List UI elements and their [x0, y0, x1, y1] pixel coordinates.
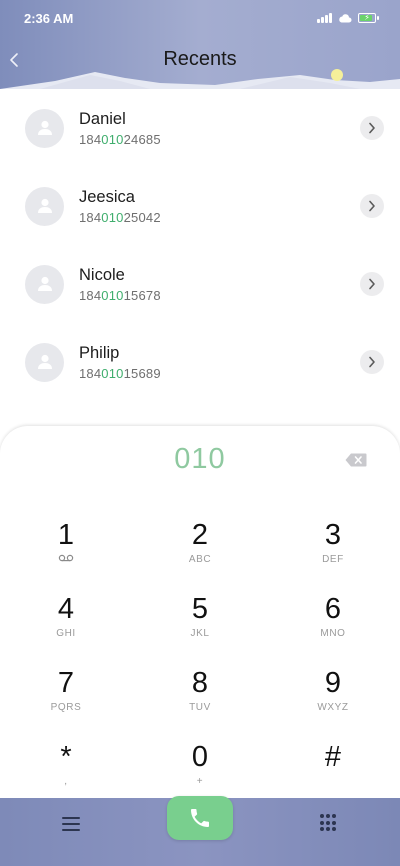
- key-hash[interactable]: #: [288, 740, 378, 806]
- contact-row[interactable]: Nicole 18401015678: [0, 245, 400, 323]
- phone-icon: [191, 809, 209, 827]
- call-button[interactable]: [167, 796, 233, 840]
- person-icon: [37, 276, 52, 291]
- key-digit: 6: [324, 593, 342, 625]
- key-letters: JKL: [190, 628, 210, 639]
- key-letters: PQRS: [50, 702, 82, 713]
- contact-row[interactable]: Philip 18401015689: [0, 323, 400, 401]
- avatar: [25, 108, 64, 148]
- signal-icon: [317, 13, 332, 23]
- dialer-panel: 010 1 2 ABC 3 DEF 4 GHI 5 JKL 6 MNO 7 PQ…: [0, 426, 400, 801]
- key-digit: 1: [57, 519, 75, 551]
- avatar: [25, 264, 64, 304]
- key-letters: WXYZ: [317, 702, 349, 713]
- sun-decoration: [331, 69, 343, 81]
- contact-details-button[interactable]: [360, 116, 384, 140]
- key-8[interactable]: 8 TUV: [155, 666, 245, 732]
- page-title: Recents: [163, 48, 237, 70]
- status-bar: 2:36 AM ⚡: [0, 0, 400, 36]
- key-4[interactable]: 4 GHI: [21, 592, 111, 658]
- key-2[interactable]: 2 ABC: [155, 518, 245, 584]
- contact-row[interactable]: Jeesica 18401025042: [0, 167, 400, 245]
- key-9[interactable]: 9 WXYZ: [288, 666, 378, 732]
- contact-row[interactable]: Daniel 18401024685: [0, 89, 400, 167]
- key-digit: 2: [191, 519, 209, 551]
- person-icon: [37, 354, 52, 369]
- key-digit: *: [60, 741, 72, 773]
- contact-details-button[interactable]: [360, 350, 384, 374]
- contact-name: Daniel: [79, 110, 126, 128]
- contact-number: 18401024685: [79, 132, 161, 147]
- battery-charging-icon: ⚡: [358, 13, 379, 23]
- chevron-right-icon: [369, 278, 375, 290]
- key-digit: 3: [324, 519, 342, 551]
- contact-name: Nicole: [79, 266, 125, 284]
- contact-details-button[interactable]: [360, 272, 384, 296]
- person-icon: [37, 120, 52, 135]
- menu-icon[interactable]: [60, 815, 82, 833]
- contact-name: Philip: [79, 344, 120, 362]
- status-time: 2:36 AM: [24, 10, 74, 26]
- status-icons: ⚡: [317, 13, 379, 23]
- contact-info: Nicole 18401015678: [79, 265, 161, 303]
- key-star[interactable]: * ,: [21, 740, 111, 806]
- key-letters: GHI: [56, 628, 76, 639]
- backspace-icon[interactable]: [345, 453, 367, 467]
- key-letters: ABC: [188, 554, 212, 565]
- key-digit: #: [324, 741, 342, 773]
- key-digit: 4: [57, 593, 75, 625]
- voicemail-icon: [58, 554, 74, 562]
- contact-number: 18401025042: [79, 210, 161, 225]
- key-5[interactable]: 5 JKL: [155, 592, 245, 658]
- contact-info: Daniel 18401024685: [79, 109, 161, 147]
- key-1[interactable]: 1: [21, 518, 111, 584]
- contact-name: Jeesica: [79, 188, 135, 206]
- cloud-icon: [339, 14, 352, 23]
- chevron-right-icon: [369, 122, 375, 134]
- key-6[interactable]: 6 MNO: [288, 592, 378, 658]
- key-letters: ,: [64, 776, 68, 787]
- contact-number: 18401015689: [79, 366, 161, 381]
- avatar: [25, 186, 64, 226]
- keypad-icon[interactable]: [320, 814, 336, 832]
- key-digit: 0: [191, 741, 209, 773]
- contact-info: Jeesica 18401025042: [79, 187, 161, 225]
- contact-details-button[interactable]: [360, 194, 384, 218]
- key-digit: 5: [191, 593, 209, 625]
- key-digit: 7: [57, 667, 75, 699]
- key-letters: TUV: [189, 702, 211, 713]
- person-icon: [37, 198, 52, 213]
- app-header: 2:36 AM ⚡ Recents: [0, 0, 400, 89]
- key-7[interactable]: 7 PQRS: [21, 666, 111, 732]
- contact-info: Philip 18401015689: [79, 343, 161, 381]
- key-letters: +: [196, 776, 204, 787]
- contact-number: 18401015678: [79, 288, 161, 303]
- chevron-right-icon: [369, 356, 375, 368]
- key-digit: 8: [191, 667, 209, 699]
- dial-input-display[interactable]: 010: [0, 443, 400, 476]
- key-digit: 9: [324, 667, 342, 699]
- chevron-right-icon: [369, 200, 375, 212]
- key-letters: DEF: [322, 554, 344, 565]
- key-letters: MNO: [320, 628, 346, 639]
- avatar: [25, 342, 64, 382]
- key-3[interactable]: 3 DEF: [288, 518, 378, 584]
- recents-list: Daniel 18401024685 Jeesica 18401025042 N…: [0, 89, 400, 401]
